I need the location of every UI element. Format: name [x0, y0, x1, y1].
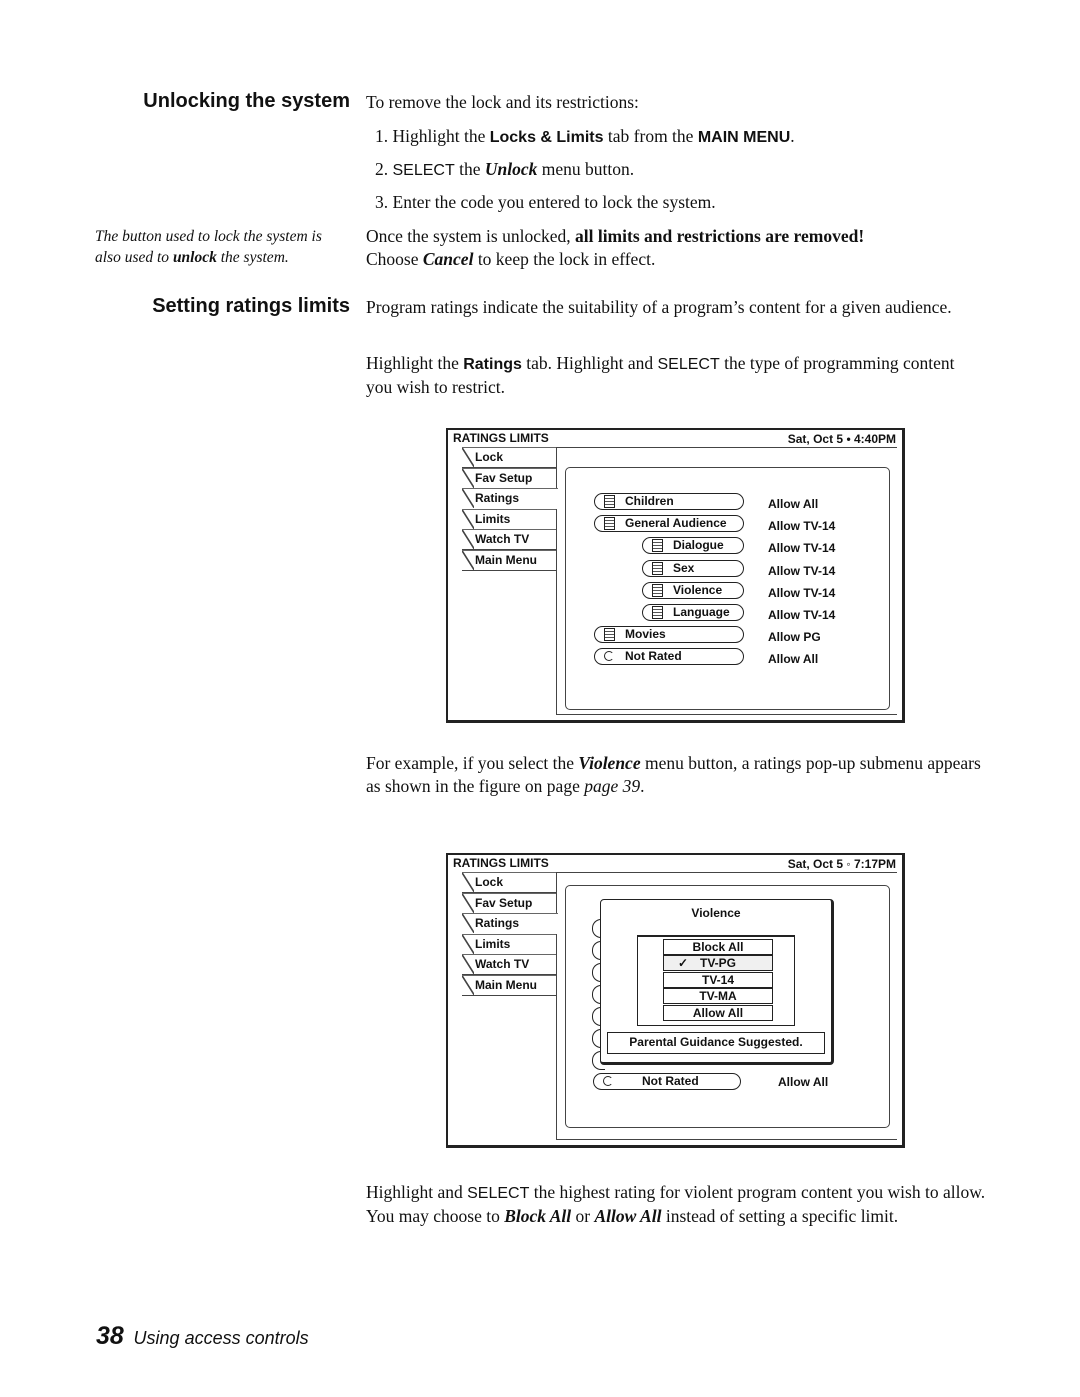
rating-button-general-audience[interactable]: General Audience: [594, 515, 744, 533]
button-label: Movies: [625, 627, 666, 642]
screen-title: RATINGS LIMITS: [453, 856, 549, 870]
popup-title: Violence: [691, 906, 741, 920]
tab-label: Fav Setup: [475, 895, 533, 910]
footer-section: Using access controls: [133, 1328, 309, 1348]
option-label: TV-PG: [699, 956, 736, 971]
button-label: Not Rated: [625, 649, 682, 664]
option-label: TV-MA: [699, 989, 737, 1004]
option-label: Allow All: [692, 1005, 744, 1020]
button-label: General Audience: [625, 516, 727, 531]
margin-note: The button used to lock the system is al…: [95, 228, 322, 266]
tab-label: Watch TV: [475, 957, 530, 971]
list-icon: [652, 539, 663, 553]
tab-label: Main Menu: [475, 552, 537, 567]
option-label: TV-14: [701, 972, 734, 987]
rating-button-sex[interactable]: Sex: [642, 559, 744, 577]
tab-main-menu[interactable]: Main Menu: [462, 974, 556, 996]
check-icon: ✓: [678, 956, 689, 971]
violence-popup-screen: RATINGS LIMITS Sat, Oct 5 ◦ 7:17PM Not R…: [446, 853, 905, 1148]
ratings-limits-screen: RATINGS LIMITS Sat, Oct 5 • 4:40PM Lock F…: [446, 428, 905, 723]
refresh-icon: [604, 651, 614, 662]
tab-lock[interactable]: Lock: [462, 447, 556, 468]
rating-value: Allow TV-14: [768, 563, 836, 578]
tab-ratings[interactable]: Ratings: [462, 913, 558, 934]
tab-label: Limits: [475, 511, 511, 526]
paragraph: Highlight the Ratings tab. Highlight and…: [366, 353, 955, 397]
paragraph: Highlight and SELECT the highest rating …: [366, 1182, 986, 1226]
paragraph: Program ratings indicate the suitability…: [366, 297, 952, 317]
rating-button-violence[interactable]: Violence: [642, 581, 744, 599]
screen-title: RATINGS LIMITS: [453, 431, 549, 445]
tab-label: Fav Setup: [475, 470, 533, 485]
rating-button-movies[interactable]: Movies: [594, 626, 744, 644]
rating-value: Allow TV-14: [768, 585, 836, 600]
rating-value: Allow TV-14: [768, 541, 836, 556]
tab-watch-tv[interactable]: Watch TV: [462, 529, 556, 550]
list-icon: [604, 495, 615, 508]
rating-value: Allow TV-14: [768, 519, 836, 534]
tab-limits[interactable]: Limits: [462, 933, 556, 955]
not-rated-button[interactable]: Not Rated: [593, 1073, 741, 1090]
rating-description: Parental Guidance Suggested.: [607, 1032, 825, 1054]
rating-option-tv-pg[interactable]: ✓ TV-PG: [663, 955, 773, 972]
list-icon: [652, 561, 663, 575]
section-heading-ratings: Setting ratings limits: [152, 295, 350, 317]
rating-button-dialogue[interactable]: Dialogue: [642, 537, 744, 555]
rating-value: Allow All: [768, 497, 819, 511]
tab-fav-setup[interactable]: Fav Setup: [462, 467, 556, 489]
rating-option-tv-ma[interactable]: TV-MA: [663, 988, 773, 1005]
manual-page: Unlocking the system To remove the lock …: [0, 0, 1080, 1397]
button-label: Sex: [673, 560, 695, 575]
violence-popup: Violence Parental Guidance Suggested. Bl…: [600, 899, 834, 1065]
tab-lock[interactable]: Lock: [462, 872, 556, 893]
rating-value: Allow PG: [768, 630, 821, 645]
rating-button-language[interactable]: Language: [642, 604, 744, 621]
rating-option-block-all[interactable]: Block All: [663, 939, 773, 955]
tab-limits[interactable]: Limits: [462, 508, 556, 530]
tab-watch-tv[interactable]: Watch TV: [462, 954, 556, 975]
tab-label: Watch TV: [475, 532, 530, 546]
tab-label: Limits: [475, 936, 511, 951]
tab-label: Ratings: [475, 491, 520, 505]
rating-value: Allow All: [778, 1075, 829, 1089]
rating-value: Allow All: [768, 652, 819, 667]
rating-button-not-rated[interactable]: Not Rated: [594, 648, 744, 666]
step-1: 1. Highlight the Locks & Limits tab from…: [375, 126, 795, 146]
clock: Sat, Oct 5 • 4:40PM: [787, 432, 896, 446]
tab-main-menu[interactable]: Main Menu: [462, 549, 556, 571]
list-icon: [604, 517, 615, 531]
refresh-icon: [603, 1076, 613, 1086]
rating-value: Allow TV-14: [768, 608, 836, 622]
page-number: 38: [96, 1322, 124, 1350]
section-heading-unlocking: Unlocking the system: [143, 90, 350, 112]
paragraph: For example, if you select the Violence …: [366, 753, 981, 796]
list-icon: [652, 583, 663, 597]
page-footer: 38 Using access controls: [96, 1322, 309, 1351]
paragraph: To remove the lock and its restrictions:: [366, 92, 639, 112]
rating-option-tv-14[interactable]: TV-14: [663, 971, 773, 988]
tab-fav-setup[interactable]: Fav Setup: [462, 892, 556, 914]
paragraph: Once the system is unlocked, all limits …: [366, 226, 865, 269]
tab-ratings[interactable]: Ratings: [462, 488, 558, 509]
step-3: 3. Enter the code you entered to lock th…: [375, 192, 716, 212]
step-2: 2. SELECT the Unlock menu button.: [375, 159, 635, 179]
tab-label: Lock: [475, 875, 504, 889]
rating-option-allow-all[interactable]: Allow All: [663, 1004, 773, 1021]
clock: Sat, Oct 5 ◦ 7:17PM: [787, 857, 896, 871]
list-icon: [604, 628, 615, 642]
button-label: Language: [673, 605, 730, 619]
tab-label: Ratings: [475, 916, 520, 930]
list-icon: [652, 606, 663, 619]
button-label: Dialogue: [673, 538, 724, 553]
rating-button-children[interactable]: Children: [594, 493, 744, 510]
option-label: Block All: [692, 940, 744, 954]
button-label: Children: [625, 494, 674, 508]
tab-label: Main Menu: [475, 977, 537, 992]
button-label: Violence: [673, 582, 723, 597]
tab-label: Lock: [475, 450, 504, 464]
